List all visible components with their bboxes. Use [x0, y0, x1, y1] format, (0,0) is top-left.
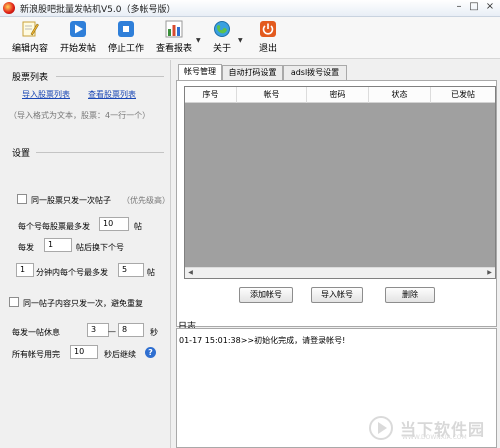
horizontal-scrollbar[interactable]: ◀ ▶ — [185, 267, 495, 278]
view-report-label: 查看报表 — [155, 44, 192, 54]
switch-account-label: 帖后换下个号 — [76, 243, 124, 252]
settings-heading: 设置 — [12, 149, 31, 159]
posts-unit-label: 帖 — [134, 222, 142, 231]
column-header-account: 帐号 — [237, 87, 307, 103]
all-used-wait-input[interactable]: 10 — [70, 345, 98, 359]
column-header-posted: 已发帖 — [451, 90, 475, 99]
edit-content-button[interactable]: 编辑内容 — [10, 20, 50, 58]
log-area[interactable]: 01-17 15:01:38>>初始化完成，请登录帐号! 当下软件园 WWW.D… — [176, 328, 497, 448]
start-posting-label: 开始发帖 — [59, 44, 96, 54]
once-per-stock-note: （优先级高） — [122, 196, 170, 205]
globe-icon — [213, 20, 231, 38]
minutes-posts-unit-label: 帖 — [147, 268, 155, 277]
toolbar: 编辑内容 开始发帖 停止工作 查看报表 ▼ 关于 ▼ 退出 — [0, 17, 500, 59]
start-posting-button[interactable]: 开始发帖 — [58, 20, 98, 58]
column-header-status: 状态 — [369, 87, 431, 103]
accounts-table: 序号 帐号 密码 状态 已发帖 ◀ ▶ — [184, 86, 496, 279]
import-format-hint: （导入格式为文本，股票：4一行一个） — [9, 111, 151, 120]
minimize-button[interactable]: – — [452, 1, 466, 14]
tab-captcha-settings[interactable]: 自动打码设置 — [222, 65, 283, 81]
stock-list-heading: 股票列表 — [12, 73, 49, 83]
once-per-content-checkbox[interactable] — [9, 297, 19, 307]
import-account-button[interactable]: 导入帐号 — [311, 287, 363, 303]
title-bar: 新浪股吧批量发帖机V5.0（多帐号版） – □ × — [0, 0, 500, 17]
exit-label: 退出 — [258, 44, 277, 54]
rest-min-input[interactable]: 3 — [87, 323, 109, 337]
power-icon — [259, 20, 277, 38]
watermark-url: WWW.DOWNXIA.COM — [402, 434, 467, 441]
posts-per-account-input[interactable]: 10 — [99, 217, 129, 231]
app-logo-icon — [3, 2, 15, 14]
exit-button[interactable]: 退出 — [252, 20, 284, 58]
tab-account-management[interactable]: 帐号管理 — [178, 64, 222, 81]
close-button[interactable]: × — [483, 1, 497, 14]
scroll-left-icon[interactable]: ◀ — [185, 268, 196, 278]
table-header: 序号 帐号 密码 状态 已发帖 — [185, 87, 495, 103]
rest-dash: — — [108, 327, 116, 336]
rest-interval-label: 每发一帖休息 — [12, 328, 60, 337]
once-per-stock-checkbox[interactable] — [17, 194, 27, 204]
minutes-posts-input[interactable]: 5 — [118, 263, 144, 277]
log-line: 01-17 15:01:38>>初始化完成，请登录帐号! — [179, 336, 346, 345]
watermark: 当下软件园 WWW.DOWNXIA.COM — [368, 415, 488, 441]
all-used-suffix-label: 秒后继续 — [104, 350, 136, 359]
stop-work-button[interactable]: 停止工作 — [106, 20, 146, 58]
column-header-index: 序号 — [185, 87, 237, 103]
about-dropdown-icon[interactable]: ▼ — [238, 37, 243, 44]
edit-content-label: 编辑内容 — [11, 44, 48, 54]
minutes-limit-label: 分钟内每个号最多发 — [36, 268, 108, 277]
all-used-label: 所有帐号用完 — [12, 350, 60, 359]
report-dropdown-icon[interactable]: ▼ — [196, 37, 201, 44]
once-per-stock-label: 同一股票只发一次帖子 — [31, 196, 111, 205]
about-button[interactable]: 关于 — [206, 20, 238, 58]
tab-adsl-settings[interactable]: adsl拨号设置 — [283, 65, 347, 81]
once-per-content-label: 同一帖子内容只发一次，避免重复 — [23, 299, 143, 308]
add-account-button[interactable]: 添加帐号 — [239, 287, 293, 303]
rest-max-input[interactable]: 8 — [118, 323, 144, 337]
bar-chart-icon — [165, 20, 183, 38]
minutes-input[interactable]: 1 — [16, 263, 34, 277]
posts-per-account-label: 每个号每股票最多发 — [18, 222, 90, 231]
window-title: 新浪股吧批量发帖机V5.0（多帐号版） — [20, 5, 176, 15]
play-icon — [69, 20, 87, 38]
divider — [56, 76, 164, 77]
view-report-button[interactable]: 查看报表 — [154, 20, 194, 58]
stop-work-label: 停止工作 — [107, 44, 144, 54]
switch-every-input[interactable]: 1 — [44, 238, 72, 252]
maximize-button[interactable]: □ — [467, 1, 481, 14]
help-icon[interactable]: ? — [145, 347, 156, 358]
watermark-logo-icon — [369, 416, 393, 440]
left-panel: 股票列表 导入股票列表 查看股票列表 （导入格式为文本，股票：4一行一个） 设置… — [0, 60, 171, 448]
import-stock-list-link[interactable]: 导入股票列表 — [22, 89, 70, 100]
account-tab-panel: 序号 帐号 密码 状态 已发帖 ◀ ▶ 添加帐号 导入帐号 删除 — [176, 80, 497, 327]
stop-icon — [117, 20, 135, 38]
delete-account-button[interactable]: 删除 — [385, 287, 435, 303]
about-label: 关于 — [212, 44, 231, 54]
rest-unit-label: 秒 — [150, 328, 158, 337]
column-header-password: 密码 — [307, 87, 369, 103]
edit-icon — [21, 20, 39, 38]
switch-every-label: 每发 — [18, 243, 34, 252]
view-stock-list-link[interactable]: 查看股票列表 — [88, 89, 136, 100]
scroll-right-icon[interactable]: ▶ — [484, 268, 495, 278]
divider — [36, 152, 164, 153]
right-panel: 帐号管理 自动打码设置 adsl拨号设置 序号 帐号 密码 状态 已发帖 ◀ ▶… — [172, 60, 500, 448]
